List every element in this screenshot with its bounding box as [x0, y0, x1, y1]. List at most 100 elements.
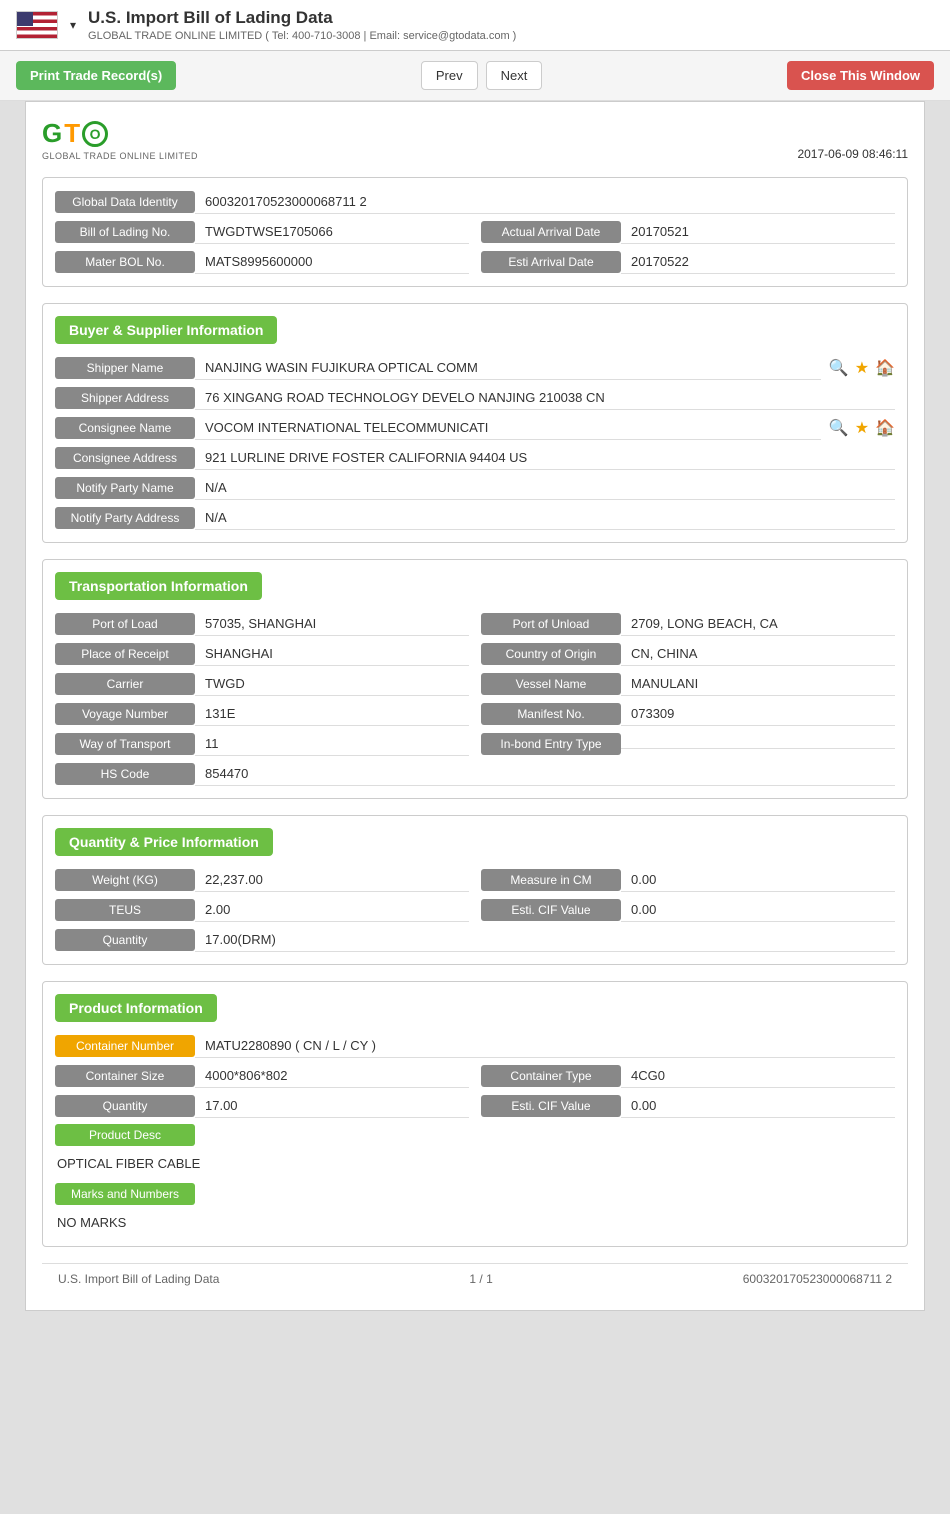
quantity-price-section: Quantity & Price Information Weight (KG)… [42, 815, 908, 965]
logo-text: G T O [42, 118, 198, 149]
product-esti-cif-label: Esti. CIF Value [481, 1095, 621, 1117]
marks-block: Marks and Numbers NO MARKS [55, 1179, 895, 1234]
quantity-row: Quantity 17.00(DRM) [55, 928, 895, 952]
voyage-number-label: Voyage Number [55, 703, 195, 725]
port-of-unload-label: Port of Unload [481, 613, 621, 635]
measure-value: 0.00 [621, 868, 895, 892]
product-header: Product Information [55, 994, 217, 1022]
global-data-identity-row: Global Data Identity 6003201705230000687… [55, 190, 895, 214]
master-bol-row: Mater BOL No. MATS8995600000 Esti Arriva… [55, 250, 895, 274]
header-title: U.S. Import Bill of Lading Data [88, 8, 516, 28]
vessel-name-value: MANULANI [621, 672, 895, 696]
shipper-address-row: Shipper Address 76 XINGANG ROAD TECHNOLO… [55, 386, 895, 410]
hs-code-row: HS Code 854470 [55, 762, 895, 786]
consignee-name-value: VOCOM INTERNATIONAL TELECOMMUNICATI [195, 416, 821, 440]
place-of-receipt-label: Place of Receipt [55, 643, 195, 665]
vessel-name-label: Vessel Name [481, 673, 621, 695]
bill-of-lading-value: TWGDTWSE1705066 [195, 220, 469, 244]
logo-row: G T O GLOBAL TRADE ONLINE LIMITED 2017-0… [42, 118, 908, 161]
consignee-address-label: Consignee Address [55, 447, 195, 469]
notify-party-address-value: N/A [195, 506, 895, 530]
esti-arrival-label: Esti Arrival Date [481, 251, 621, 273]
shipper-address-label: Shipper Address [55, 387, 195, 409]
weight-row: Weight (KG) 22,237.00 Measure in CM 0.00 [55, 868, 895, 892]
weight-value: 22,237.00 [195, 868, 469, 892]
container-type-label: Container Type [481, 1065, 621, 1087]
marks-text: NO MARKS [55, 1211, 895, 1234]
product-desc-text: OPTICAL FIBER CABLE [55, 1152, 895, 1175]
notify-party-address-row: Notify Party Address N/A [55, 506, 895, 530]
buyer-supplier-section: Buyer & Supplier Information Shipper Nam… [42, 303, 908, 543]
consignee-search-icon[interactable]: 🔍 [829, 418, 849, 438]
port-of-load-row: Port of Load 57035, SHANGHAI Port of Unl… [55, 612, 895, 636]
next-button[interactable]: Next [486, 61, 543, 90]
header-title-group: U.S. Import Bill of Lading Data GLOBAL T… [88, 8, 516, 42]
carrier-value: TWGD [195, 672, 469, 696]
shipper-name-value: NANJING WASIN FUJIKURA OPTICAL COMM [195, 356, 821, 380]
quantity-value: 17.00(DRM) [195, 928, 895, 952]
consignee-star-icon[interactable]: ★ [855, 418, 869, 438]
teus-value: 2.00 [195, 898, 469, 922]
port-of-load-label: Port of Load [55, 613, 195, 635]
dropdown-arrow[interactable]: ▾ [70, 18, 76, 32]
close-button[interactable]: Close This Window [787, 61, 934, 90]
port-of-load-value: 57035, SHANGHAI [195, 612, 469, 636]
place-of-receipt-value: SHANGHAI [195, 642, 469, 666]
container-number-button[interactable]: Container Number [55, 1035, 195, 1057]
shipper-home-icon[interactable]: 🏠 [875, 358, 895, 378]
shipper-address-value: 76 XINGANG ROAD TECHNOLOGY DEVELO NANJIN… [195, 386, 895, 410]
footer-right: 600320170523000068711 2 [743, 1272, 892, 1286]
voyage-number-row: Voyage Number 131E Manifest No. 073309 [55, 702, 895, 726]
shipper-name-row: Shipper Name NANJING WASIN FUJIKURA OPTI… [55, 356, 895, 380]
quantity-price-header: Quantity & Price Information [55, 828, 273, 856]
main-content: G T O GLOBAL TRADE ONLINE LIMITED 2017-0… [25, 101, 925, 1311]
teus-row: TEUS 2.00 Esti. CIF Value 0.00 [55, 898, 895, 922]
product-desc-block: Product Desc OPTICAL FIBER CABLE [55, 1124, 895, 1175]
footer-bar: U.S. Import Bill of Lading Data 1 / 1 60… [42, 1263, 908, 1294]
consignee-home-icon[interactable]: 🏠 [875, 418, 895, 438]
actual-arrival-label: Actual Arrival Date [481, 221, 621, 243]
global-data-identity-label: Global Data Identity [55, 191, 195, 213]
shipper-star-icon[interactable]: ★ [855, 358, 869, 378]
teus-label: TEUS [55, 899, 195, 921]
carrier-row: Carrier TWGD Vessel Name MANULANI [55, 672, 895, 696]
actual-arrival-value: 20170521 [621, 220, 895, 244]
transportation-section: Transportation Information Port of Load … [42, 559, 908, 799]
marks-button[interactable]: Marks and Numbers [55, 1183, 195, 1205]
shipper-name-label: Shipper Name [55, 357, 195, 379]
footer-center: 1 / 1 [469, 1272, 492, 1286]
product-esti-cif-value: 0.00 [621, 1094, 895, 1118]
notify-party-name-value: N/A [195, 476, 895, 500]
product-quantity-row: Quantity 17.00 Esti. CIF Value 0.00 [55, 1094, 895, 1118]
master-bol-label: Mater BOL No. [55, 251, 195, 273]
voyage-number-value: 131E [195, 702, 469, 726]
country-of-origin-label: Country of Origin [481, 643, 621, 665]
weight-label: Weight (KG) [55, 869, 195, 891]
bill-of-lading-label: Bill of Lading No. [55, 221, 195, 243]
prev-button[interactable]: Prev [421, 61, 478, 90]
carrier-label: Carrier [55, 673, 195, 695]
buyer-supplier-header: Buyer & Supplier Information [55, 316, 277, 344]
place-of-receipt-row: Place of Receipt SHANGHAI Country of Ori… [55, 642, 895, 666]
container-size-row: Container Size 4000*806*802 Container Ty… [55, 1064, 895, 1088]
product-section: Product Information Container Number MAT… [42, 981, 908, 1247]
inbond-entry-value [621, 740, 895, 749]
container-size-value: 4000*806*802 [195, 1064, 469, 1088]
shipper-search-icon[interactable]: 🔍 [829, 358, 849, 378]
esti-cif-label: Esti. CIF Value [481, 899, 621, 921]
consignee-icons: 🔍 ★ 🏠 [829, 418, 895, 438]
notify-party-name-label: Notify Party Name [55, 477, 195, 499]
container-type-value: 4CG0 [621, 1064, 895, 1088]
print-button[interactable]: Print Trade Record(s) [16, 61, 176, 90]
container-number-row: Container Number MATU2280890 ( CN / L / … [55, 1034, 895, 1058]
esti-cif-value: 0.00 [621, 898, 895, 922]
toolbar: Print Trade Record(s) Prev Next Close Th… [0, 51, 950, 101]
product-desc-button[interactable]: Product Desc [55, 1124, 195, 1146]
port-of-unload-value: 2709, LONG BEACH, CA [621, 612, 895, 636]
hs-code-value: 854470 [195, 762, 895, 786]
measure-label: Measure in CM [481, 869, 621, 891]
logo-subtitle: GLOBAL TRADE ONLINE LIMITED [42, 151, 198, 161]
inbond-entry-label: In-bond Entry Type [481, 733, 621, 755]
consignee-name-label: Consignee Name [55, 417, 195, 439]
consignee-address-row: Consignee Address 921 LURLINE DRIVE FOST… [55, 446, 895, 470]
